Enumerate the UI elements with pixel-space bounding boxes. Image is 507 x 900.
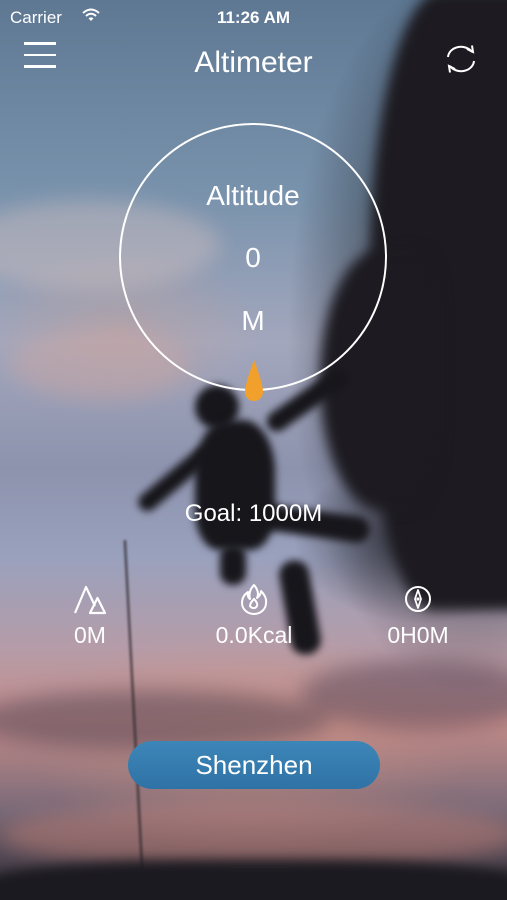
- altitude-value: 0: [245, 242, 261, 273]
- status-bar: Carrier 11:26 AM: [0, 0, 507, 36]
- stat-elevation: 0M: [10, 582, 170, 649]
- altitude-dial: Altitude 0 M: [119, 123, 387, 391]
- duration-value: 0H0M: [387, 622, 449, 648]
- climber-silhouette: [220, 545, 246, 585]
- cloud-shape: [300, 660, 507, 730]
- altitude-marker-icon: [245, 360, 263, 401]
- ground-silhouette: [0, 860, 507, 900]
- elevation-value: 0M: [74, 622, 106, 648]
- compass-icon: [405, 586, 431, 612]
- stat-calories: 0.0Kcal: [174, 582, 334, 649]
- mountain-icon: [73, 585, 107, 615]
- location-button[interactable]: Shenzhen: [128, 741, 380, 789]
- altitude-unit: M: [241, 305, 265, 336]
- status-time: 11:26 AM: [216, 8, 291, 27]
- climber-silhouette: [195, 420, 275, 550]
- page-title: Altimeter: [194, 46, 313, 79]
- refresh-icon[interactable]: [442, 42, 480, 76]
- calories-value: 0.0Kcal: [215, 622, 293, 648]
- app-screen: Carrier 11:26 AM Altimeter Altitude 0 M …: [0, 0, 507, 900]
- flame-icon: [241, 584, 268, 615]
- menu-line: [24, 42, 56, 45]
- altitude-label: Altitude: [206, 180, 300, 211]
- stat-duration: 0H0M: [338, 582, 498, 649]
- goal-text: Goal: 1000M: [184, 500, 323, 527]
